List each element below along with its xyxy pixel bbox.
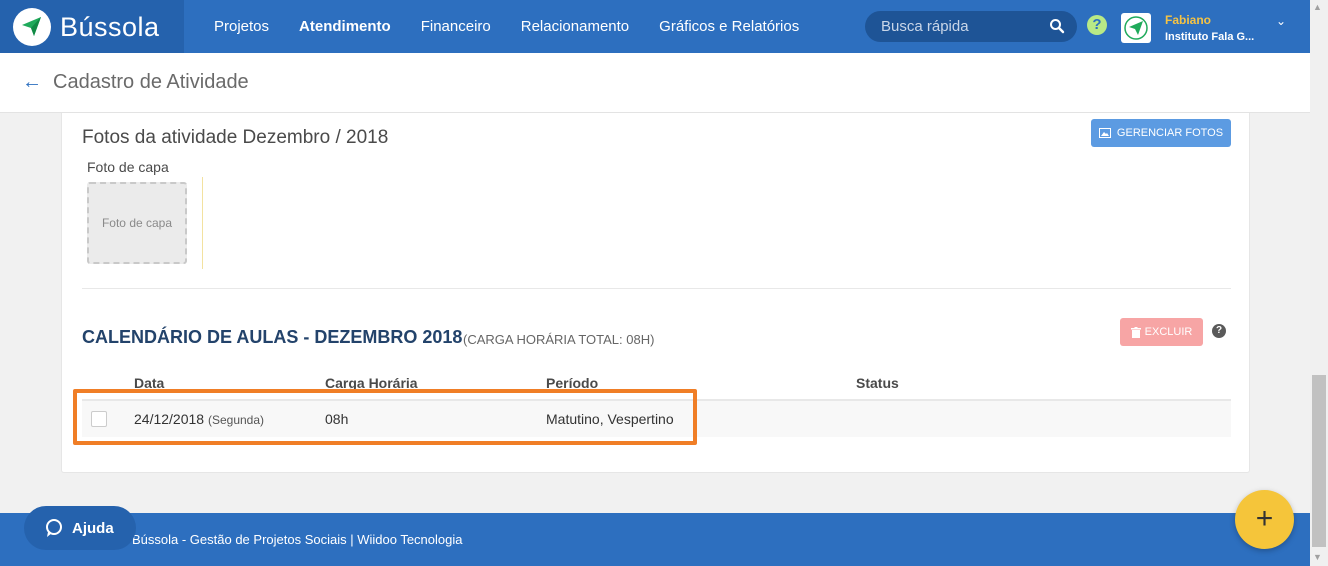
help-circle-icon[interactable]: ? — [1087, 15, 1107, 35]
manage-photos-label: GERENCIAR FOTOS — [1116, 127, 1224, 139]
compass-logo-icon — [13, 8, 51, 46]
image-icon — [1098, 128, 1111, 138]
scrollbar-thumb[interactable] — [1312, 375, 1326, 547]
help-question-icon[interactable]: ? — [1212, 324, 1226, 338]
cover-photo-placeholder[interactable]: Foto de capa — [87, 182, 187, 264]
divider-vertical — [202, 177, 203, 269]
photos-section-title: Fotos da atividade Dezembro / 2018 — [82, 127, 389, 148]
main-nav: Projetos Atendimento Financeiro Relacion… — [199, 0, 814, 53]
activity-card: Fotos da atividade Dezembro / 2018 GEREN… — [61, 113, 1250, 473]
top-navbar: Bússola Projetos Atendimento Financeiro … — [0, 0, 1310, 53]
cover-photo-label: Foto de capa — [87, 159, 169, 175]
calendar-total-hours: (CARGA HORÁRIA TOTAL: 08H) — [463, 332, 655, 347]
app-name: Bússola — [60, 12, 160, 42]
calendar-title: CALENDÁRIO DE AULAS - DEZEMBRO 2018 — [82, 327, 463, 347]
highlight-box — [73, 389, 697, 445]
search-placeholder: Busca rápida — [881, 18, 969, 35]
user-name[interactable]: Fabiano — [1165, 13, 1211, 27]
user-organization[interactable]: Instituto Fala G... — [1165, 31, 1254, 43]
nav-atendimento[interactable]: Atendimento — [284, 18, 406, 35]
manage-photos-button[interactable]: GERENCIAR FOTOS — [1091, 119, 1231, 147]
logo[interactable]: Bússola — [0, 0, 184, 53]
page-header: ← Cadastro de Atividade — [0, 53, 1310, 113]
help-label: Ajuda — [72, 519, 114, 537]
search-icon[interactable] — [1049, 18, 1065, 34]
nav-financeiro[interactable]: Financeiro — [406, 18, 506, 35]
footer: Bússola - Gestão de Projetos Sociais | W… — [0, 513, 1310, 566]
chevron-down-icon[interactable]: ⌄ — [1276, 14, 1286, 28]
chat-bubble-icon — [46, 519, 62, 537]
page-title: Cadastro de Atividade — [53, 71, 249, 93]
nav-graficos-relatorios[interactable]: Gráficos e Relatórios — [644, 18, 814, 35]
delete-button[interactable]: EXCLUIR — [1120, 318, 1203, 346]
scroll-up-icon[interactable]: ▲ — [1313, 2, 1322, 12]
avatar[interactable] — [1121, 13, 1151, 43]
section-divider — [82, 288, 1231, 289]
nav-projetos[interactable]: Projetos — [199, 18, 284, 35]
search-input[interactable]: Busca rápida — [865, 11, 1077, 42]
trash-icon — [1130, 326, 1141, 338]
help-chat-button[interactable]: Ajuda — [24, 506, 136, 550]
scroll-down-icon[interactable]: ▼ — [1313, 552, 1322, 562]
column-header-status[interactable]: Status — [856, 375, 899, 391]
delete-label: EXCLUIR — [1144, 326, 1193, 338]
add-fab-button[interactable]: + — [1235, 490, 1294, 549]
back-arrow-icon[interactable]: ← — [22, 71, 42, 94]
footer-text: Bússola - Gestão de Projetos Sociais | W… — [132, 532, 463, 547]
nav-relacionamento[interactable]: Relacionamento — [506, 18, 644, 35]
